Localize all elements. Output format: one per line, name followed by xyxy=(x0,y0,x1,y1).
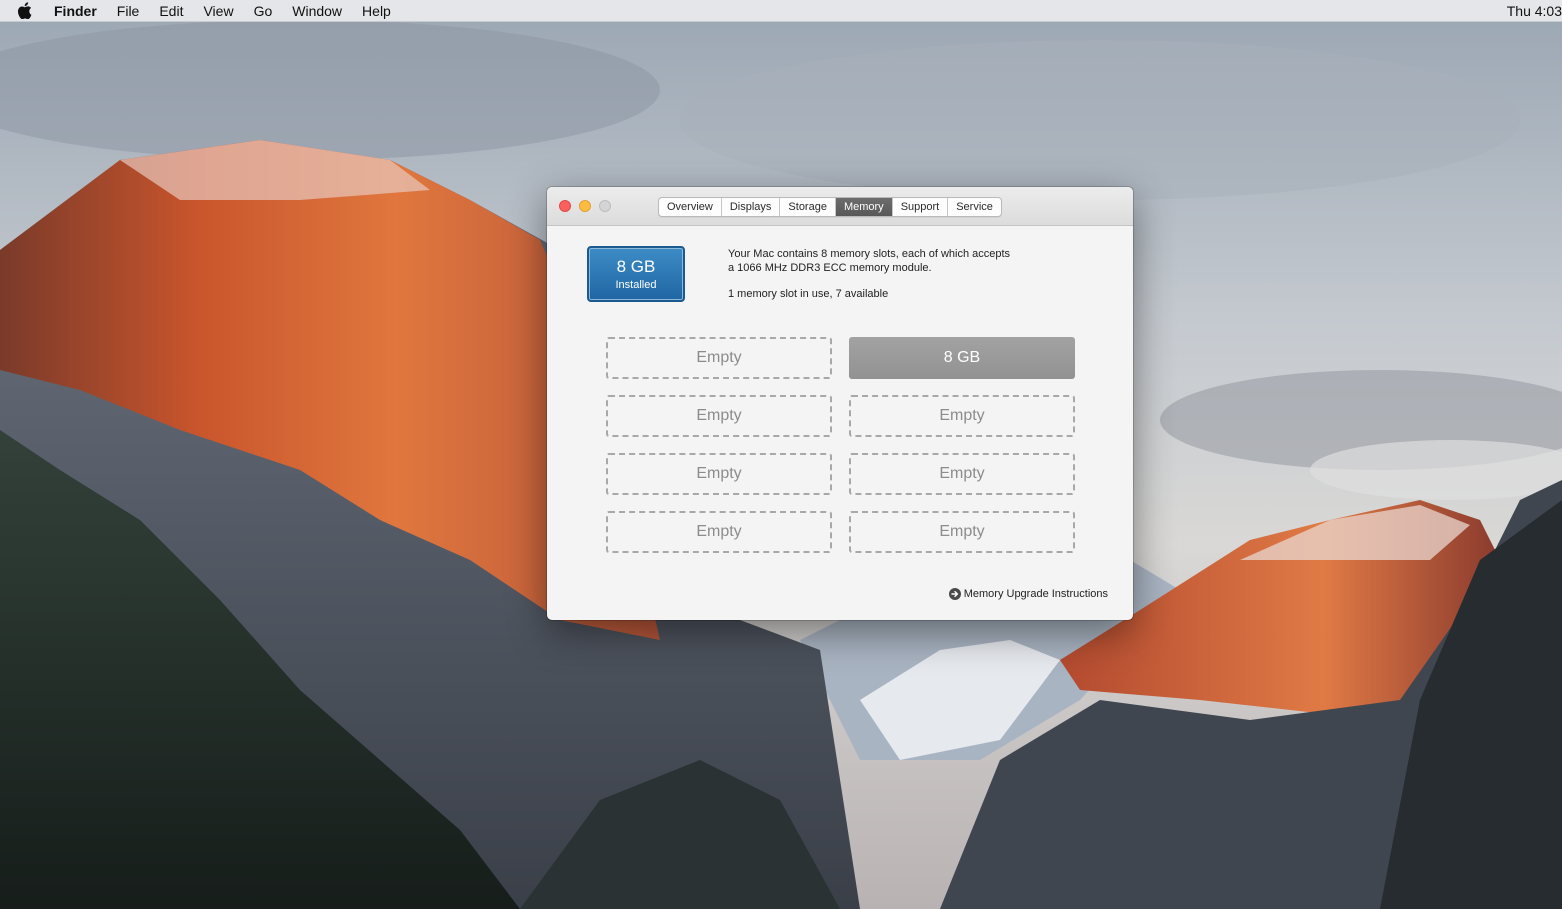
menu-clock[interactable]: Thu 4:03 xyxy=(1507,0,1562,22)
menu-window[interactable]: Window xyxy=(282,0,352,22)
memory-usage: 1 memory slot in use, 7 available xyxy=(728,288,889,300)
zoom-button[interactable] xyxy=(599,200,611,212)
memory-info-line-1: Your Mac contains 8 memory slots, each o… xyxy=(728,248,1011,260)
installed-label: Installed xyxy=(615,279,657,291)
memory-slot-8: Empty xyxy=(849,511,1075,553)
menu-view[interactable]: View xyxy=(193,0,243,22)
installed-size: 8 GB xyxy=(616,257,656,276)
menu-help[interactable]: Help xyxy=(352,0,401,22)
memory-info: Your Mac contains 8 memory slots, each o… xyxy=(728,247,1088,301)
menu-go[interactable]: Go xyxy=(244,0,283,22)
memory-slot-3: Empty xyxy=(606,395,832,437)
menu-edit[interactable]: Edit xyxy=(149,0,193,22)
memory-slot-6: Empty xyxy=(849,453,1075,495)
title-bar[interactable]: Overview Displays Storage Memory Support… xyxy=(547,187,1133,226)
about-this-mac-window: Overview Displays Storage Memory Support… xyxy=(547,187,1133,620)
tab-overview[interactable]: Overview xyxy=(659,198,722,216)
menu-finder[interactable]: Finder xyxy=(48,0,107,22)
memory-info-line-2: a 1066 MHz DDR3 ECC memory module. xyxy=(728,262,932,274)
tab-service[interactable]: Service xyxy=(948,198,1001,216)
memory-slot-4: Empty xyxy=(849,395,1075,437)
minimize-button[interactable] xyxy=(579,200,591,212)
memory-slot-1: Empty xyxy=(606,337,832,379)
close-button[interactable] xyxy=(559,200,571,212)
installed-memory-badge: 8 GB Installed xyxy=(587,246,685,302)
tab-memory[interactable]: Memory xyxy=(835,198,893,216)
tab-storage[interactable]: Storage xyxy=(780,198,836,216)
menu-bar: Finder File Edit View Go Window Help Thu… xyxy=(0,0,1562,22)
apple-icon[interactable] xyxy=(0,0,48,22)
memory-slot-5: Empty xyxy=(606,453,832,495)
tab-bar: Overview Displays Storage Memory Support… xyxy=(658,197,1002,217)
memory-upgrade-label[interactable]: Memory Upgrade Instructions xyxy=(964,588,1108,600)
tab-support[interactable]: Support xyxy=(893,198,949,216)
memory-upgrade-link[interactable]: Memory Upgrade Instructions xyxy=(948,588,1108,600)
arrow-right-circle-icon xyxy=(948,588,961,600)
tab-displays[interactable]: Displays xyxy=(722,198,781,216)
menu-file[interactable]: File xyxy=(107,0,150,22)
memory-slot-7: Empty xyxy=(606,511,832,553)
memory-slot-2: 8 GB xyxy=(849,337,1075,379)
